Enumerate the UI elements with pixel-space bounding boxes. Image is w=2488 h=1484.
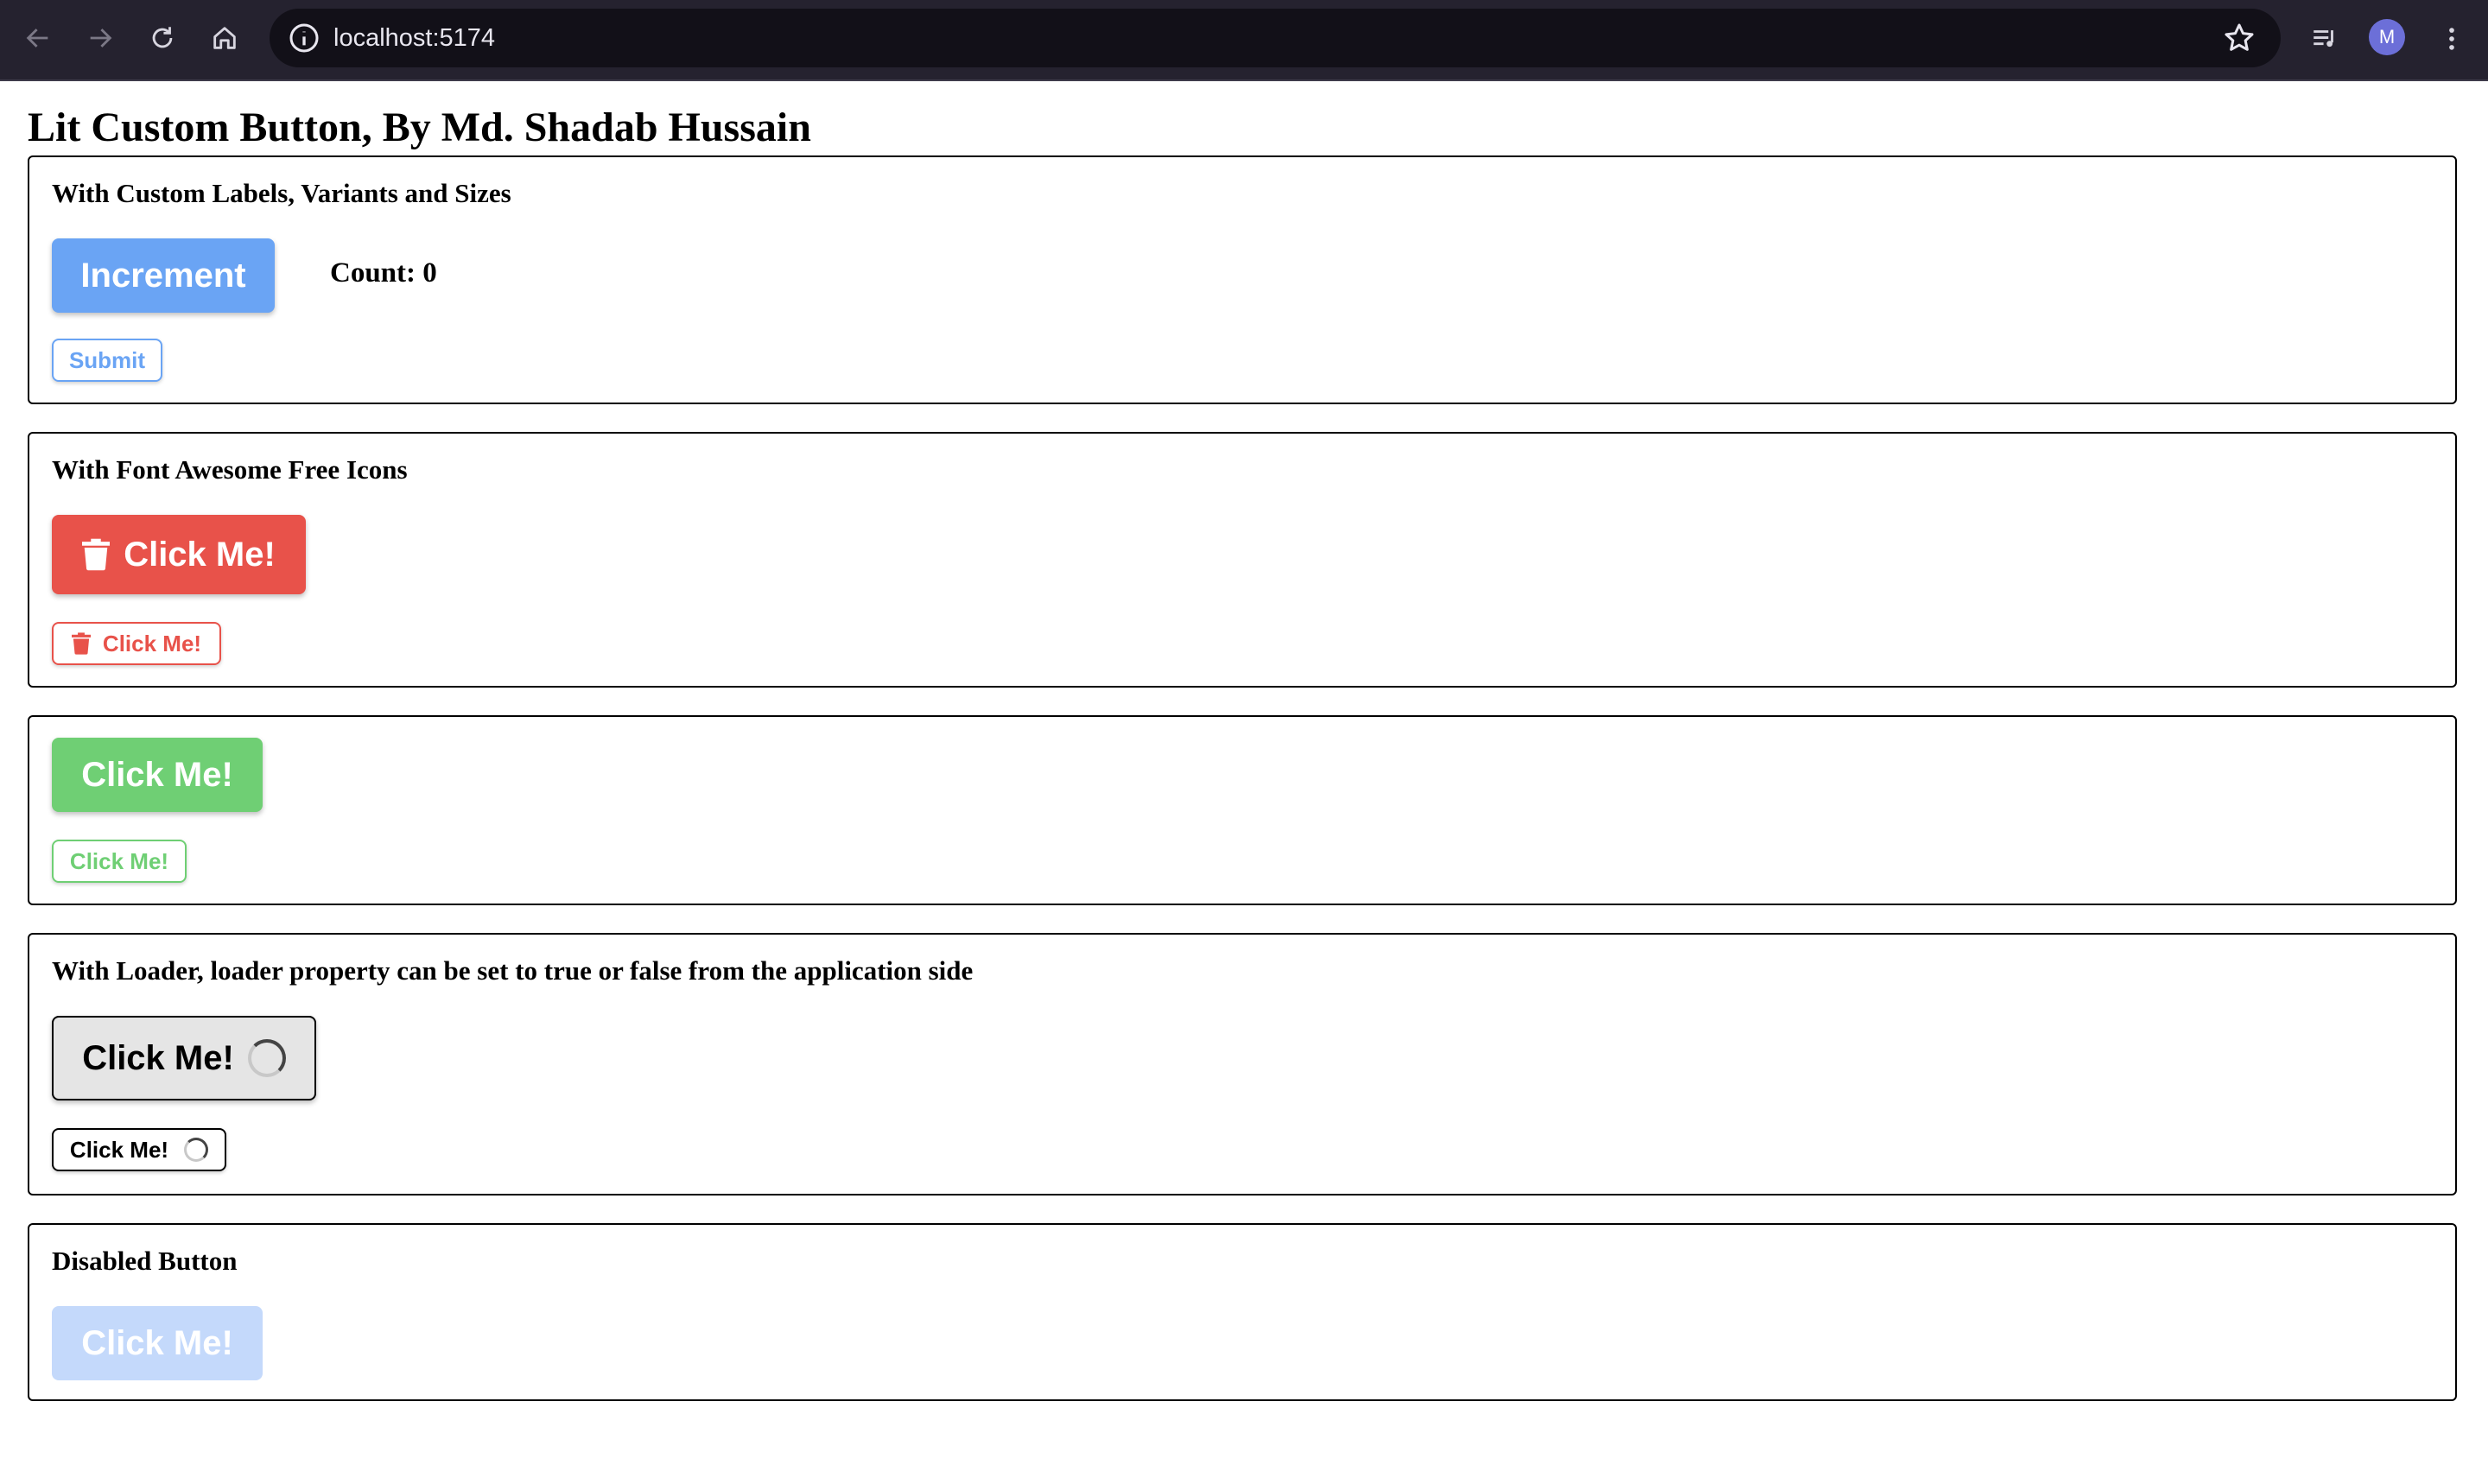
site-info-icon[interactable] xyxy=(287,21,321,55)
section-title: With Custom Labels, Variants and Sizes xyxy=(52,178,511,208)
loader-button-small[interactable]: Click Me! xyxy=(52,1128,226,1171)
section-title: Disabled Button xyxy=(52,1246,238,1276)
section-loader-buttons: With Loader, loader property can be set … xyxy=(28,933,2457,1195)
submit-button[interactable]: Submit xyxy=(52,339,162,382)
increment-button[interactable]: Increment xyxy=(52,238,275,313)
media-queue-icon[interactable] xyxy=(2305,19,2345,59)
section-custom-labels: With Custom Labels, Variants and Sizes I… xyxy=(28,155,2457,404)
section-font-awesome-icons: With Font Awesome Free Icons Click Me! C… xyxy=(28,432,2457,688)
click-me-button-small[interactable]: Click Me! xyxy=(52,840,187,883)
bookmark-star-icon[interactable] xyxy=(2222,21,2256,55)
count-display: Count: 0 xyxy=(330,257,437,289)
button-label: Click Me! xyxy=(69,1136,169,1163)
section-disabled-button: Disabled Button Click Me! xyxy=(28,1223,2457,1401)
delete-button-large[interactable]: Click Me! xyxy=(52,515,306,594)
section-title: With Loader, loader property can be set … xyxy=(52,955,974,986)
loading-spinner-icon xyxy=(184,1138,209,1162)
forward-arrow-icon[interactable] xyxy=(81,19,119,57)
trash-icon xyxy=(82,538,111,571)
page-title: Lit Custom Button, By Md. Shadab Hussain xyxy=(28,105,811,150)
more-vertical-icon[interactable] xyxy=(2432,19,2472,59)
section-success-buttons: Click Me! Click Me! xyxy=(28,715,2457,905)
disabled-button: Click Me! xyxy=(52,1306,263,1380)
loading-spinner-icon xyxy=(247,1039,286,1077)
reload-icon[interactable] xyxy=(143,19,181,57)
back-arrow-icon[interactable] xyxy=(19,19,57,57)
home-icon[interactable] xyxy=(206,19,244,57)
button-label: Click Me! xyxy=(124,535,276,574)
click-me-button-large[interactable]: Click Me! xyxy=(52,738,263,812)
browser-toolbar: localhost:5174 M xyxy=(0,0,2488,81)
address-bar[interactable]: localhost:5174 xyxy=(270,9,2281,67)
section-title: With Font Awesome Free Icons xyxy=(52,454,408,485)
button-label: Click Me! xyxy=(102,630,202,656)
trash-icon xyxy=(71,632,91,655)
loader-button-large[interactable]: Click Me! xyxy=(52,1016,316,1100)
url-text[interactable]: localhost:5174 xyxy=(333,9,495,67)
profile-avatar[interactable]: M xyxy=(2369,19,2405,55)
button-label: Click Me! xyxy=(82,1038,234,1077)
delete-button-small[interactable]: Click Me! xyxy=(52,622,221,665)
